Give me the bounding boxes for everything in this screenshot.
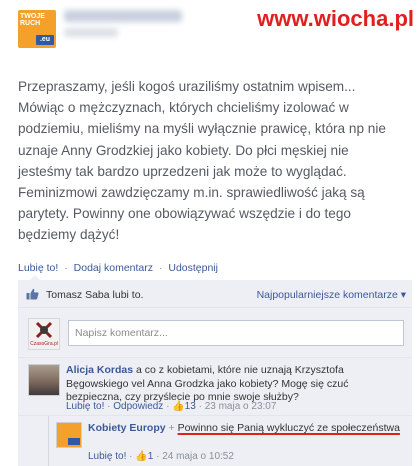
avatar-caption: CzasoGra.pl: [30, 341, 58, 347]
comment-meta: Lubię to! · Odpowiedz · 👍13 · 23 maja o …: [66, 401, 276, 412]
user-logo-icon: [35, 321, 53, 339]
separator: ·: [166, 401, 170, 412]
post-line: parytety. Powinny one obowiązywać wszędz…: [18, 206, 351, 222]
comment-like-count[interactable]: 13: [185, 401, 196, 412]
like-link[interactable]: Lubię to!: [18, 262, 58, 274]
comment-like-link[interactable]: Lubię to!: [66, 401, 104, 412]
post-line: Feminizmowi zawdzięczamy m.in. sprawiedl…: [18, 185, 365, 201]
comment-author[interactable]: Kobiety Europy: [88, 422, 166, 434]
thumbs-up-icon: [26, 288, 39, 300]
reply-thread-line: [48, 416, 49, 466]
post-body: Przepraszamy, jeśli kogoś uraziliśmy ost…: [18, 76, 410, 246]
post-line: uznaje Anny Grodzkiej jako kobiety. Do p…: [18, 142, 349, 158]
add-comment-link[interactable]: Dodaj komentarz: [74, 262, 153, 274]
separator: ·: [158, 262, 163, 274]
logo-text: TWOJE RUCH: [20, 13, 45, 27]
page-name-blurred: [64, 10, 182, 22]
watermark: www.wiocha.pl: [257, 6, 414, 31]
post-time-blurred: [64, 28, 118, 37]
separator: ·: [129, 451, 133, 462]
comment-meta: Lubię to! · 👍1 · 24 maja o 10:52: [88, 451, 234, 462]
separator: ·: [198, 401, 202, 412]
post-line: będziemy dążyć!: [18, 227, 120, 243]
commenter-avatar[interactable]: [28, 364, 60, 396]
comment-like-link[interactable]: Lubię to!: [88, 451, 126, 462]
share-link[interactable]: Udostępnij: [168, 262, 218, 274]
post-line: jesteśmy tak bardzo uprzedzeni jak może …: [18, 163, 347, 179]
comment-time[interactable]: 23 maja o 23:07: [205, 401, 277, 412]
facebook-post: TWOJE RUCH .eu www.wiocha.pl Przepraszam…: [0, 0, 420, 466]
likes-summary[interactable]: Tomasz Saba lubi to.: [46, 289, 143, 301]
reply-link[interactable]: Odpowiedz: [113, 401, 163, 412]
separator: ·: [107, 401, 111, 412]
likes-row: Tomasz Saba lubi to. Najpopularniejsze k…: [18, 280, 412, 308]
post-line: podziemiu, mieliśmy na myśli wyłącznie p…: [18, 121, 386, 137]
commenter-avatar[interactable]: [56, 422, 82, 448]
comment-sort-dropdown[interactable]: Najpopularniejsze komentarze ▾: [257, 289, 406, 301]
comment-time[interactable]: 24 maja o 10:52: [162, 451, 234, 462]
thumbs-up-icon: 👍: [172, 401, 185, 412]
comment-input[interactable]: [68, 320, 404, 346]
comment-like-count[interactable]: 1: [148, 451, 154, 462]
post-line: Przepraszamy, jeśli kogoś uraziliśmy ost…: [18, 79, 356, 94]
comment-reply: Kobiety Europy + Powinno się Panią wyklu…: [18, 416, 412, 466]
separator: ·: [156, 451, 160, 462]
plus-marker: +: [168, 422, 175, 434]
comment: Alicja Kordas a co z kobietami, które ni…: [18, 358, 412, 416]
feedback-box: Tomasz Saba lubi to. Najpopularniejsze k…: [18, 275, 412, 466]
post-action-bar: Lubię to! · Dodaj komentarz · Udostępnij: [18, 262, 218, 274]
current-user-avatar: CzasoGra.pl: [28, 318, 60, 350]
thumbs-up-icon: 👍: [135, 451, 148, 462]
comment-body: Alicja Kordas a co z kobietami, które ni…: [66, 364, 406, 405]
write-comment-row: CzasoGra.pl: [18, 308, 412, 358]
logo-badge: .eu: [36, 35, 54, 45]
comment-author[interactable]: Alicja Kordas: [66, 364, 133, 376]
post-line: Mówiąc o mężczyznach, których chcieliśmy…: [18, 100, 349, 116]
comment-body: Kobiety Europy + Powinno się Panią wyklu…: [88, 422, 408, 436]
logo-badge: [68, 438, 80, 445]
comment-text: Powinno się Panią wykluczyć ze społeczeń…: [177, 422, 400, 434]
separator: ·: [64, 262, 68, 274]
page-avatar-logo[interactable]: TWOJE RUCH .eu: [18, 10, 56, 48]
